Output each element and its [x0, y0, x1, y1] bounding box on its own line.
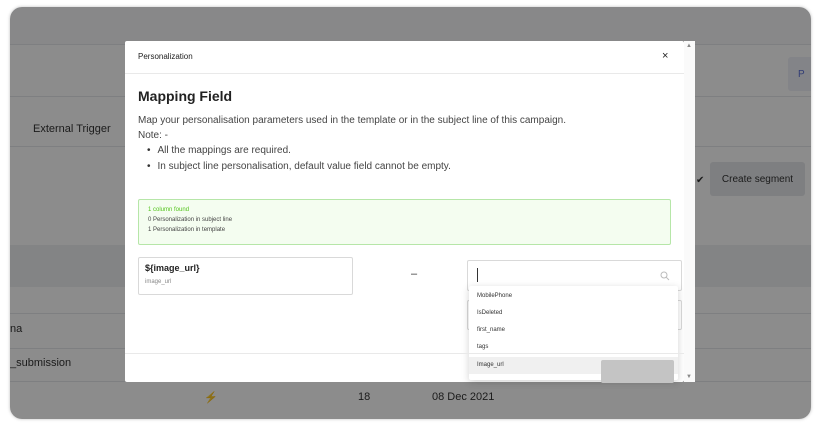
- personalization-field: ${image_url} image_url: [138, 257, 353, 295]
- mapping-field-title: Mapping Field: [138, 88, 233, 104]
- mapping-description: Map your personalisation parameters used…: [138, 115, 567, 126]
- note-label: Note: -: [138, 130, 169, 141]
- template-count-text: 1 Personalization in template: [148, 227, 226, 233]
- field-subtext: image_url: [145, 279, 172, 285]
- modal-header: Personalization ×: [125, 41, 684, 74]
- subject-count-text: 0 Personalization in subject line: [148, 217, 233, 223]
- dropdown-option[interactable]: IsDeleted: [469, 305, 678, 322]
- scroll-down-icon[interactable]: ▼: [686, 374, 692, 380]
- modal-header-title: Personalization: [138, 52, 193, 61]
- info-alert: 1 column found 0 Personalization in subj…: [138, 199, 671, 245]
- modal-footer-divider: [125, 353, 684, 354]
- modal-scrollbar[interactable]: ▲ ▼: [684, 41, 695, 382]
- personalization-modal: Personalization × Mapping Field Map your…: [125, 41, 684, 383]
- scroll-up-icon[interactable]: ▲: [686, 43, 692, 49]
- search-icon: [660, 271, 670, 281]
- requirements-list: All the mappings are required. In subjec…: [147, 145, 451, 177]
- mapping-separator: –: [411, 268, 418, 280]
- list-item: All the mappings are required.: [147, 145, 451, 161]
- dropdown-option[interactable]: first_name: [469, 322, 678, 339]
- columns-found-text: 1 column found: [148, 207, 190, 213]
- dropdown-option[interactable]: MobilePhone: [469, 288, 678, 305]
- field-token: ${image_url}: [145, 263, 200, 273]
- app-window: P External Trigger ✔ Create segment na _…: [10, 7, 811, 419]
- close-icon[interactable]: ×: [662, 50, 668, 62]
- text-caret: [477, 268, 478, 282]
- list-item: In subject line personalisation, default…: [147, 161, 451, 177]
- save-button[interactable]: [601, 360, 674, 383]
